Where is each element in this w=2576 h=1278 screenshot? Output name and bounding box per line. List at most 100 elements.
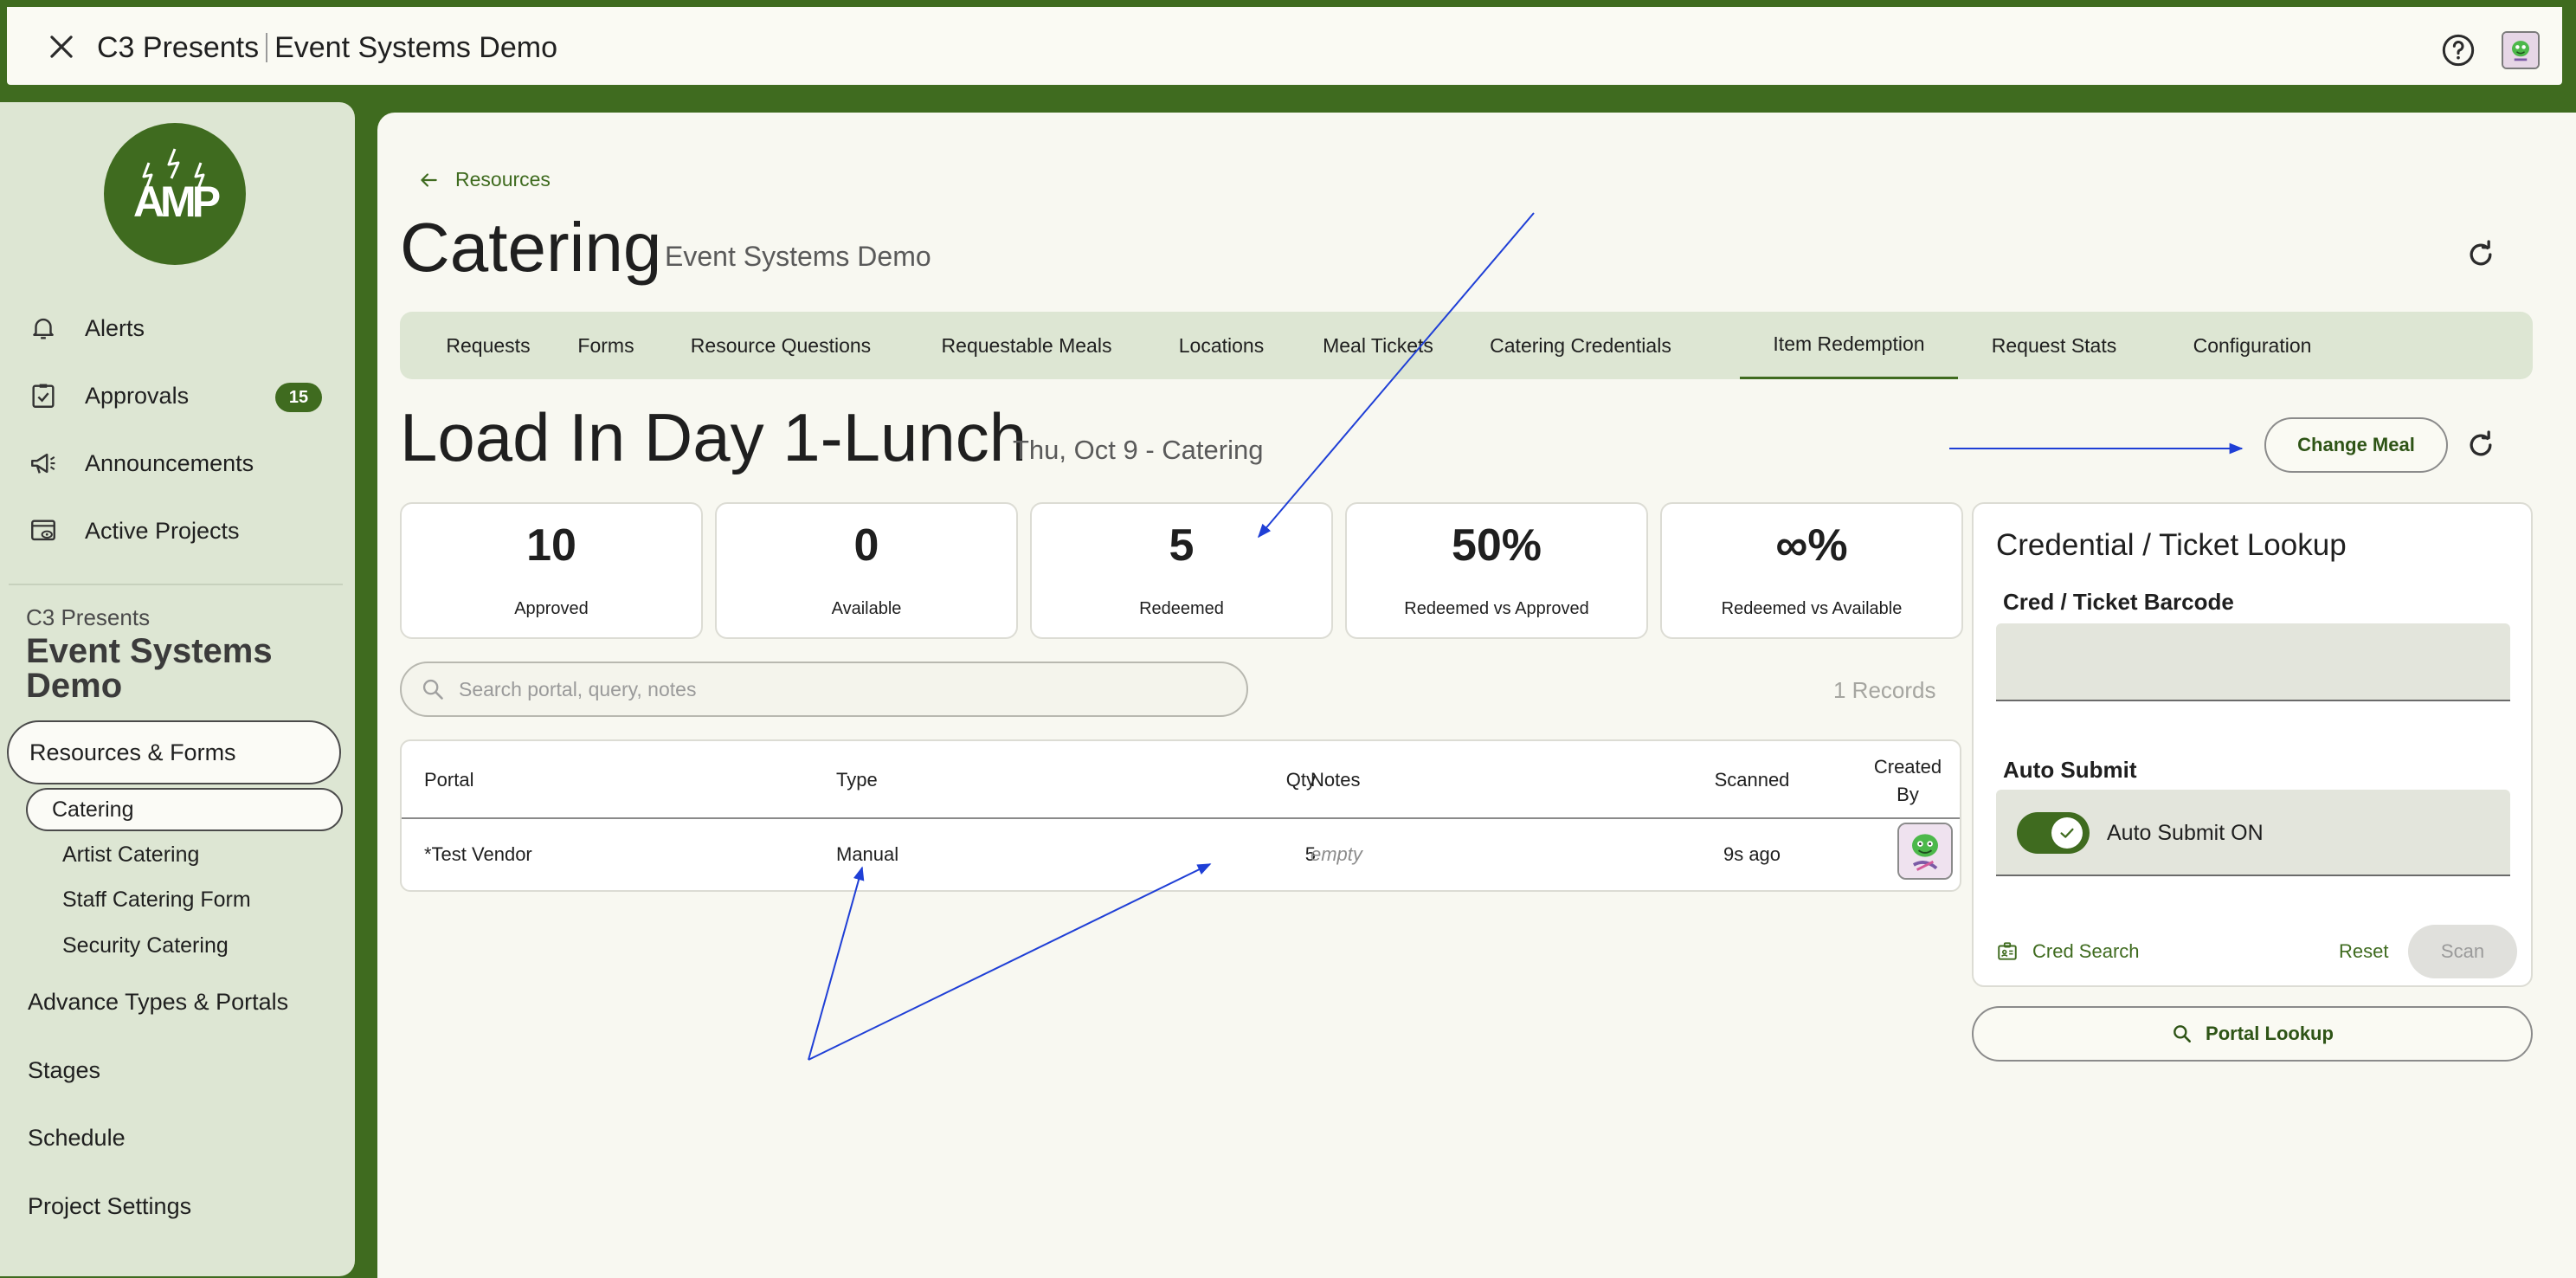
sidebar-item-approvals[interactable]: Approvals [26,374,189,417]
stat-card-approved: 10 Approved [400,502,703,639]
page-title: Catering [400,209,662,286]
auto-submit-state: Auto Submit ON [2107,821,2264,845]
stat-label: Redeemed vs Approved [1404,599,1589,618]
tab-meal-tickets[interactable]: Meal Tickets [1295,312,1461,379]
project-org: C3 Presents [26,604,151,630]
portal-lookup-label: Portal Lookup [2206,1023,2334,1044]
tab-bar: Requests Forms Resource Questions Reques… [400,312,2533,379]
lookup-title: Credential / Ticket Lookup [1996,528,2347,562]
auto-submit-toggle[interactable] [2017,812,2090,854]
svg-text:AMP: AMP [133,178,220,226]
sidebar-subitem-staff-catering-form[interactable]: Staff Catering Form [62,888,251,913]
auto-submit-field: Auto Submit ON [1996,790,2510,876]
cell-type: Manual [836,843,899,865]
stat-label: Available [831,599,902,618]
user-avatar[interactable] [2502,31,2540,69]
sidebar-item-project-settings[interactable]: Project Settings [28,1193,191,1220]
cell-scanned: 9s ago [1723,843,1781,865]
redemption-table: Portal Type Qty Notes Scanned Created By … [400,739,1961,892]
cred-search-label: Cred Search [2032,940,2140,962]
approvals-count-badge: 15 [275,383,322,412]
page-subtitle: Event Systems Demo [665,241,931,272]
sidebar-item-schedule[interactable]: Schedule [28,1125,126,1152]
refresh-icon[interactable] [2463,237,2498,272]
arrow-left-icon [421,172,437,187]
cell-notes: empty [1311,843,1362,865]
records-count: 1 Records [1833,677,1936,703]
column-header-created-by[interactable]: Created By [1864,753,1951,809]
change-meal-button[interactable]: Change Meal [2264,417,2448,473]
portal-lookup-button[interactable]: Portal Lookup [1972,1006,2533,1062]
sidebar-item-advance-types[interactable]: Advance Types & Portals [28,989,288,1016]
cell-qty: 5 [1304,843,1316,865]
stat-card-redeemed-vs-approved: 50% Redeemed vs Approved [1345,502,1648,639]
meal-subtitle: Thu, Oct 9 - Catering [1013,435,1264,465]
stat-value: 5 [1169,520,1195,571]
scan-button[interactable]: Scan [2408,925,2517,978]
stat-value: 10 [526,520,576,571]
column-header-portal[interactable]: Portal [424,769,473,791]
tab-request-stats[interactable]: Request Stats [1960,312,2148,379]
sidebar-item-label: Active Projects [85,517,240,544]
org-name: C3 Presents [97,31,260,64]
project-name-heading: Event Systems Demo [26,632,273,705]
top-bar: C3 Presents Event Systems Demo [7,7,2562,85]
sidebar-item-stages[interactable]: Stages [28,1057,100,1084]
search-bar [400,662,1248,717]
search-icon [2174,1025,2192,1042]
creator-avatar[interactable] [1897,823,1953,880]
sidebar-item-active-projects[interactable]: Active Projects [26,509,240,552]
stat-value: 0 [853,520,879,571]
refresh-icon[interactable] [2463,428,2498,462]
search-input[interactable] [457,676,1222,702]
header-divider [402,817,1960,819]
amp-logo[interactable]: AMP [104,123,246,265]
sidebar-subitem-catering[interactable]: Catering [26,788,343,831]
project-name: Event Systems Demo [274,31,557,64]
column-header-qty[interactable]: Qty [1267,769,1316,791]
sidebar-subitem-artist-catering[interactable]: Artist Catering [62,842,199,868]
tab-catering-credentials[interactable]: Catering Credentials [1463,312,1698,379]
sidebar-item-resources-forms[interactable]: Resources & Forms [7,720,341,784]
help-icon[interactable] [2441,33,2476,68]
stat-card-redeemed: 5 Redeemed [1030,502,1333,639]
tab-requests[interactable]: Requests [422,312,554,379]
app-title: C3 Presents Event Systems Demo [97,31,557,65]
stat-value: 50% [1451,520,1542,571]
reset-button[interactable]: Reset [2339,940,2388,963]
auto-submit-label: Auto Submit [2003,757,2137,783]
tab-requestable-meals[interactable]: Requestable Meals [905,312,1148,379]
cell-portal: *Test Vendor [424,843,532,865]
tab-forms[interactable]: Forms [556,312,656,379]
tab-configuration[interactable]: Configuration [2150,312,2354,379]
sidebar-item-label: Approvals [85,382,190,409]
column-header-scanned[interactable]: Scanned [1674,769,1830,791]
breadcrumb-resources[interactable]: Resources [455,168,551,191]
meal-title: Load In Day 1-Lunch [400,399,1027,475]
check-icon [2051,817,2083,849]
clipboard-check-icon [26,378,61,413]
sidebar-item-announcements[interactable]: Announcements [26,442,254,485]
stat-card-redeemed-vs-available: ∞% Redeemed vs Available [1660,502,1963,639]
credential-lookup-panel: Credential / Ticket Lookup Cred / Ticket… [1972,502,2533,987]
tab-item-redemption[interactable]: Item Redemption [1740,312,1958,379]
barcode-input[interactable] [1996,623,2510,701]
column-header-type[interactable]: Type [836,769,878,791]
stat-label: Redeemed vs Available [1721,599,1903,618]
id-card-icon [1998,942,2017,960]
sidebar: AMP Alerts Approvals 15 Announcements Ac… [0,102,355,1276]
sidebar-divider [9,584,343,585]
column-header-created-by-line2: By [1897,784,1919,805]
search-icon [422,679,443,700]
column-header-notes[interactable]: Notes [1311,769,1360,791]
cred-search-button[interactable]: Cred Search [1996,940,2140,963]
column-header-created-by-line1: Created [1873,756,1942,778]
sidebar-subitem-security-catering[interactable]: Security Catering [62,933,229,958]
tab-resource-questions[interactable]: Resource Questions [658,312,904,379]
close-icon[interactable] [45,30,78,63]
sidebar-item-label: Announcements [85,449,254,476]
breadcrumb[interactable]: Resources [417,168,551,191]
sidebar-item-alerts[interactable]: Alerts [26,307,145,350]
tab-locations[interactable]: Locations [1150,312,1293,379]
stat-card-available: 0 Available [715,502,1018,639]
